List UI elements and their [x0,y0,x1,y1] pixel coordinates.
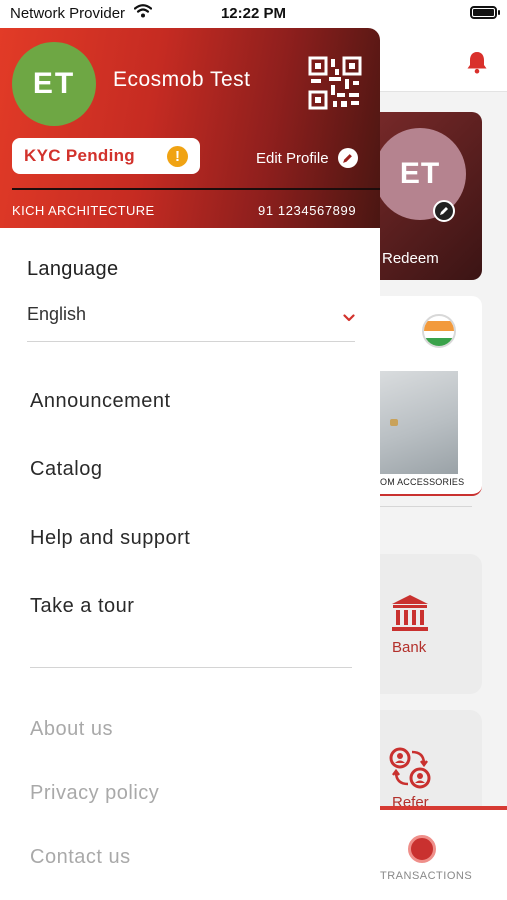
edit-icon[interactable] [433,200,455,222]
menu-item-help-and-support[interactable]: Help and support [30,527,190,550]
kyc-status-button[interactable]: KYC Pending ! [12,138,200,174]
drawer-header: ET Ecosmob Test KYC Pending ! Edit Profi… [0,28,380,228]
language-select[interactable]: English [27,304,86,325]
menu-item-catalog[interactable]: Catalog [30,458,102,481]
menu-item-contact-us[interactable]: Contact us [30,846,131,869]
product-image[interactable] [380,371,458,474]
menu-item-about-us[interactable]: About us [30,718,113,741]
divider [12,188,380,190]
battery-icon [470,6,500,19]
bell-icon[interactable] [466,50,488,79]
divider [27,341,355,342]
edit-profile-label: Edit Profile [256,149,329,167]
user-name: Ecosmob Test [113,68,251,91]
avatar[interactable]: ET [12,42,96,126]
clock: 12:22 PM [220,5,287,22]
phone-number: 91 1234567899 [258,203,357,218]
company-name: KICH ARCHITECTURE [12,203,155,218]
alert-icon: ! [167,146,188,167]
kyc-status-label: KYC Pending [24,146,135,165]
made-in-india-badge-icon [422,314,456,348]
menu-item-privacy-policy[interactable]: Privacy policy [30,782,159,805]
tab-transactions[interactable]: TRANSACTIONS [380,870,472,882]
divider [380,506,472,507]
edit-profile-button[interactable]: Edit Profile [256,148,358,168]
qr-code-icon[interactable] [307,55,363,111]
menu-item-take-a-tour[interactable]: Take a tour [30,595,134,618]
chevron-down-icon[interactable] [343,309,355,327]
transactions-icon[interactable] [408,835,436,863]
status-bar: Network Provider 12:22 PM [0,0,507,28]
divider [30,667,352,668]
menu-item-announcement[interactable]: Announcement [30,390,171,413]
pencil-icon [337,148,358,168]
side-drawer: ET Ecosmob Test KYC Pending ! Edit Profi… [0,28,380,900]
bank-label: Bank [392,639,427,656]
language-label: Language [27,258,119,280]
bank-icon [390,593,430,638]
redeem-label[interactable]: Redeem [382,250,439,267]
product-category-label: OM ACCESSORIES [380,477,465,487]
refer-icon [388,746,432,795]
